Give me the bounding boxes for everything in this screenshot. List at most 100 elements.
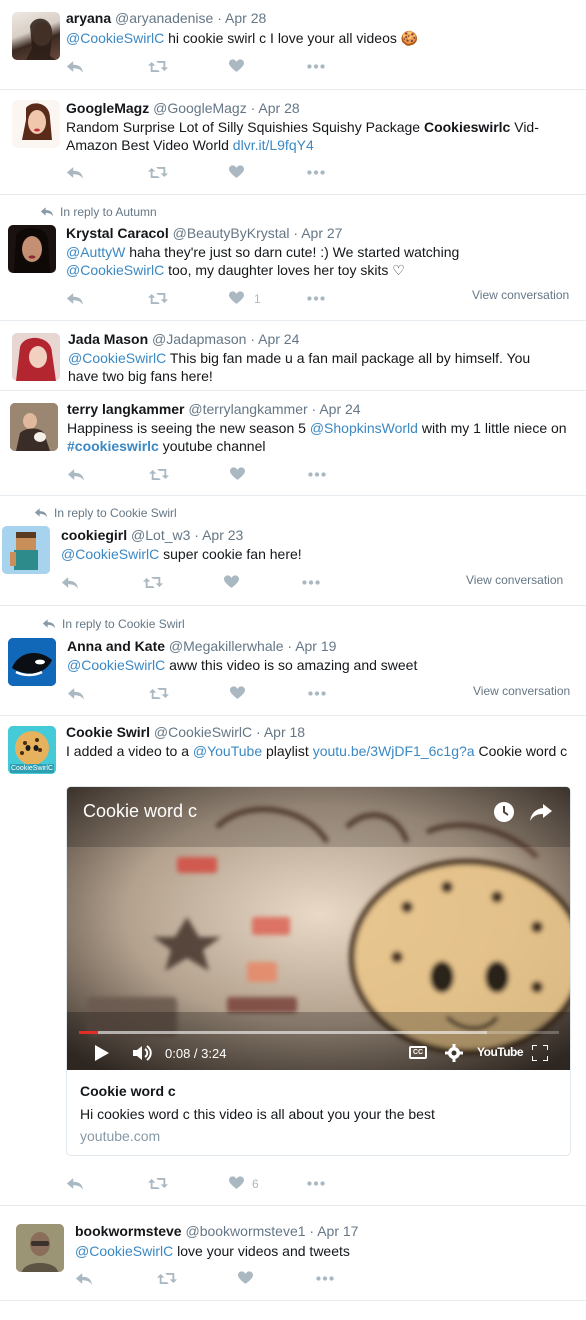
play-icon[interactable] [95, 1045, 109, 1064]
retweet-icon[interactable] [148, 291, 168, 307]
video-title[interactable]: Cookie word c [83, 801, 197, 822]
fullscreen-icon[interactable] [531, 1044, 549, 1064]
more-icon[interactable] [306, 165, 326, 181]
avatar[interactable] [10, 403, 58, 451]
reply-context[interactable]: In reply to Autumn [40, 205, 157, 219]
heart-icon[interactable] [229, 165, 249, 181]
heart-icon[interactable] [224, 575, 244, 591]
avatar[interactable] [16, 1224, 64, 1272]
avatar[interactable] [8, 638, 56, 686]
clock-icon[interactable] [493, 801, 515, 823]
user-handle[interactable]: @terrylangkammer [188, 401, 307, 417]
tweet[interactable]: Jada Mason @Jadapmason · Apr 24 @CookieS… [0, 321, 586, 391]
tweet-date[interactable]: Apr 24 [258, 331, 299, 347]
reply-icon[interactable] [61, 575, 81, 591]
reply-icon[interactable] [66, 59, 86, 75]
tweet[interactable]: bookwormsteve @bookwormsteve1 · Apr 17 @… [0, 1206, 586, 1301]
share-icon[interactable] [529, 802, 553, 822]
tweet-date[interactable]: Apr 19 [295, 638, 336, 654]
user-name[interactable]: Jada Mason [68, 331, 148, 347]
mention-link[interactable]: @CookieSwirlC [68, 350, 166, 366]
tweet[interactable]: terry langkammer @terrylangkammer · Apr … [0, 391, 586, 496]
avatar[interactable] [12, 12, 60, 60]
tweet-date[interactable]: Apr 18 [264, 724, 305, 740]
tweet-date[interactable]: Apr 28 [225, 10, 266, 26]
view-conversation-link[interactable]: View conversation [472, 288, 569, 302]
retweet-icon[interactable] [149, 686, 169, 702]
user-name[interactable]: cookiegirl [61, 527, 127, 543]
more-icon[interactable] [301, 575, 321, 591]
heart-icon[interactable] [229, 59, 249, 75]
user-name[interactable]: Krystal Caracol [66, 225, 169, 241]
heart-icon[interactable] [229, 291, 249, 307]
mention-link[interactable]: @CookieSwirlC [66, 30, 164, 46]
user-name[interactable]: Cookie Swirl [66, 724, 150, 740]
card-domain[interactable]: youtube.com [80, 1128, 160, 1144]
video-card[interactable]: Cookie word c 0:08 / 3:24 CC YouTube Coo… [66, 786, 571, 1156]
reply-icon[interactable] [67, 467, 87, 483]
tweet[interactable]: In reply to Cookie Swirl cookiegirl @Lot… [0, 496, 586, 606]
view-conversation-link[interactable]: View conversation [473, 684, 570, 698]
mention-link[interactable]: @CookieSwirlC [61, 546, 159, 562]
avatar[interactable] [12, 333, 60, 381]
retweet-icon[interactable] [148, 59, 168, 75]
card-details[interactable]: Cookie word c Hi cookies word c this vid… [67, 1070, 570, 1155]
reply-context[interactable]: In reply to Cookie Swirl [42, 617, 185, 631]
mention-link[interactable]: @CookieSwirlC [75, 1243, 173, 1259]
tweet[interactable]: CookieSwirlC Cookie Swirl @CookieSwirlC … [0, 716, 586, 1206]
avatar[interactable] [8, 225, 56, 273]
user-name[interactable]: GoogleMagz [66, 100, 149, 116]
card-title[interactable]: Cookie word c [80, 1083, 176, 1099]
reply-icon[interactable] [66, 165, 86, 181]
user-name[interactable]: bookwormsteve [75, 1223, 182, 1239]
heart-icon[interactable] [238, 1271, 258, 1287]
url-link[interactable]: dlvr.it/L9fqY4 [233, 137, 314, 153]
view-conversation-link[interactable]: View conversation [466, 573, 563, 587]
cc-icon[interactable]: CC [409, 1046, 427, 1059]
user-handle[interactable]: @Megakillerwhale [169, 638, 284, 654]
avatar[interactable] [12, 100, 60, 148]
mention-link[interactable]: @ShopkinsWorld [310, 420, 418, 436]
user-handle[interactable]: @Jadapmason [152, 331, 246, 347]
mention-link[interactable]: @CookieSwirlC [67, 657, 165, 673]
tweet[interactable]: In reply to Autumn Krystal Caracol @Beau… [0, 195, 586, 321]
user-handle[interactable]: @bookwormsteve1 [185, 1223, 305, 1239]
user-handle[interactable]: @aryanadenise [115, 10, 213, 26]
more-icon[interactable] [307, 467, 327, 483]
reply-context[interactable]: In reply to Cookie Swirl [34, 506, 177, 520]
more-icon[interactable] [315, 1271, 335, 1287]
tweet-date[interactable]: Apr 24 [319, 401, 360, 417]
more-icon[interactable] [306, 1176, 326, 1192]
youtube-logo[interactable]: YouTube [477, 1045, 524, 1059]
retweet-icon[interactable] [148, 1176, 168, 1192]
video-player[interactable]: Cookie word c 0:08 / 3:24 CC YouTube [67, 787, 570, 1070]
volume-icon[interactable] [133, 1045, 153, 1064]
url-link[interactable]: youtu.be/3WjDF1_6c1g?a [313, 743, 475, 759]
mention-link[interactable]: @AuttyW [66, 244, 125, 260]
retweet-icon[interactable] [149, 467, 169, 483]
user-handle[interactable]: @BeautyByKrystal [173, 225, 290, 241]
retweet-icon[interactable] [143, 575, 163, 591]
user-name[interactable]: aryana [66, 10, 111, 26]
settings-icon[interactable] [445, 1044, 463, 1065]
reply-icon[interactable] [75, 1271, 95, 1287]
hashtag-link[interactable]: #cookieswirlc [67, 438, 159, 454]
mention-link[interactable]: @YouTube [193, 743, 262, 759]
user-handle[interactable]: @CookieSwirlC [154, 724, 252, 740]
mention-link[interactable]: @CookieSwirlC [66, 262, 164, 278]
tweet-date[interactable]: Apr 23 [202, 527, 243, 543]
retweet-icon[interactable] [157, 1271, 177, 1287]
more-icon[interactable] [306, 291, 326, 307]
tweet-date[interactable]: Apr 27 [301, 225, 342, 241]
user-handle[interactable]: @Lot_w3 [131, 527, 190, 543]
more-icon[interactable] [306, 59, 326, 75]
reply-icon[interactable] [67, 686, 87, 702]
more-icon[interactable] [307, 686, 327, 702]
avatar[interactable] [2, 526, 50, 574]
reply-icon[interactable] [66, 1176, 86, 1192]
progress-track[interactable] [79, 1031, 559, 1034]
reply-icon[interactable] [66, 291, 86, 307]
user-handle[interactable]: @GoogleMagz [153, 100, 247, 116]
heart-icon[interactable] [229, 1176, 249, 1192]
user-name[interactable]: terry langkammer [67, 401, 185, 417]
